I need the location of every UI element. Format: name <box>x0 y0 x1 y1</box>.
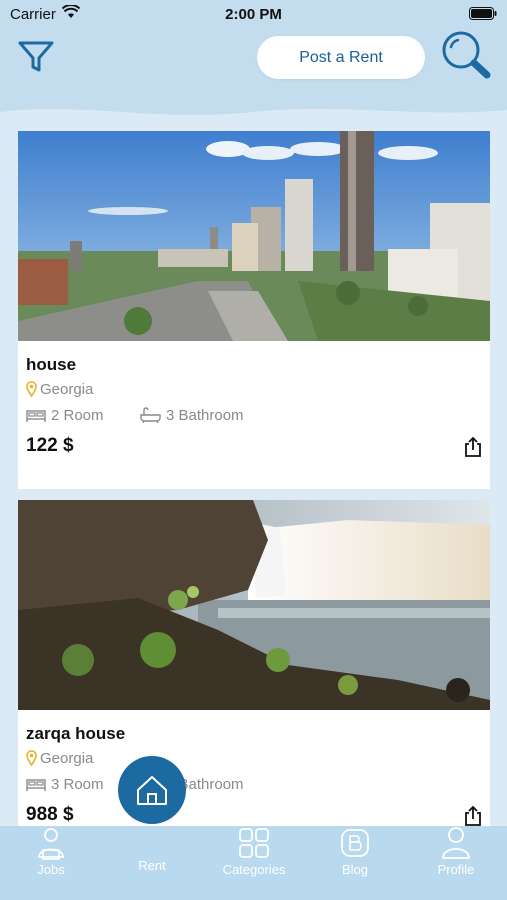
search-icon[interactable] <box>440 30 492 80</box>
nav-jobs[interactable]: Jobs <box>11 826 91 877</box>
nav-blog[interactable]: Blog <box>315 826 395 877</box>
nav-blog-label: Blog <box>341 862 369 877</box>
listing-bathrooms-text: 3 Bathroom <box>166 407 244 424</box>
categories-icon <box>239 828 269 858</box>
home-icon <box>137 776 167 805</box>
nav-categories-label: Categories <box>222 862 286 877</box>
listing-price: 122 $ <box>26 435 74 456</box>
bed-icon <box>26 410 46 422</box>
listing-title: house <box>26 355 77 374</box>
jobs-icon <box>38 828 64 860</box>
bottom-nav: Jobs Categories Blog Profile <box>0 826 507 900</box>
listing-card[interactable]: zarqa house Georgia 3 Room 7 Bathroom 98… <box>18 500 490 858</box>
blog-icon <box>341 829 369 857</box>
bathtub-icon <box>140 407 161 424</box>
share-icon[interactable] <box>464 806 482 826</box>
post-a-rent-button[interactable]: Post a Rent <box>257 36 425 79</box>
profile-icon <box>442 827 470 859</box>
city-skyline-photo <box>18 131 490 341</box>
nav-jobs-label: Jobs <box>37 862 65 877</box>
listing-bathrooms: 3 Bathroom <box>140 407 244 424</box>
share-icon[interactable] <box>464 437 482 457</box>
status-bar: Carrier 2:00 PM <box>0 0 507 28</box>
listing-rooms-text: 3 Room <box>51 776 104 793</box>
location-pin-icon <box>26 381 37 397</box>
battery-icon <box>469 7 497 20</box>
listing-details: house Georgia 2 Room 3 Bathroom 122 $ <box>18 341 490 489</box>
listing-rooms: 2 Room <box>26 407 104 424</box>
nav-categories[interactable]: Categories <box>214 826 294 877</box>
listing-location-text: Georgia <box>40 381 94 398</box>
bed-icon <box>26 779 46 791</box>
listing-rooms-text: 2 Room <box>51 407 104 424</box>
nav-profile-label: Profile <box>437 862 475 877</box>
listing-card[interactable]: house Georgia 2 Room 3 Bathroom 122 $ <box>18 131 490 489</box>
listing-title: zarqa house <box>26 724 126 743</box>
nav-profile[interactable]: Profile <box>416 826 496 877</box>
filter-icon[interactable] <box>18 40 54 74</box>
listing-location: Georgia <box>26 750 93 767</box>
listing-price: 988 $ <box>26 804 74 825</box>
listing-rooms: 3 Room <box>26 776 104 793</box>
nav-rent-label: Rent <box>138 858 166 873</box>
waterfall-photo <box>18 500 490 710</box>
nav-rent-button[interactable] <box>118 756 186 824</box>
listing-location-text: Georgia <box>40 750 94 767</box>
location-pin-icon <box>26 750 37 766</box>
status-time: 2:00 PM <box>225 6 282 23</box>
listing-location: Georgia <box>26 381 93 398</box>
